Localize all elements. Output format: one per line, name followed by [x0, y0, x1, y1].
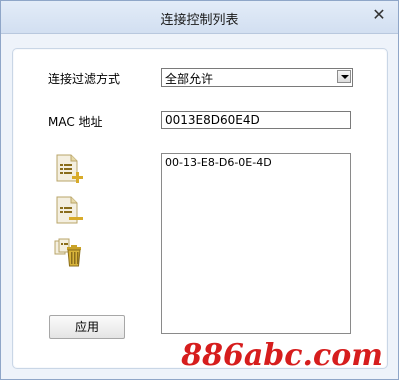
mac-address-input[interactable]	[161, 111, 351, 129]
filter-mode-select[interactable]: 全部允许	[161, 68, 353, 87]
close-icon[interactable]: ✕	[370, 6, 388, 24]
edit-mac-button[interactable]	[53, 195, 85, 227]
list-item[interactable]: 00-13-E8-D6-0E-4D	[165, 156, 347, 170]
apply-button[interactable]: 应用	[49, 315, 125, 339]
trash-icon	[54, 238, 81, 267]
add-document-icon	[56, 154, 83, 183]
dialog-window: 连接控制列表 ✕ 连接过滤方式 全部允许 MAC 地址 0013E8D60E4D…	[0, 0, 399, 380]
filter-mode-label: 连接过滤方式	[48, 72, 121, 86]
add-mac-button[interactable]	[53, 153, 85, 185]
edit-document-icon	[56, 196, 83, 224]
window-title: 连接控制列表	[160, 13, 239, 28]
delete-mac-button[interactable]	[53, 237, 85, 269]
filter-mode-value: 全部允许	[165, 72, 214, 86]
mac-address-label: MAC 地址	[48, 115, 103, 129]
content-panel: 连接过滤方式 全部允许 MAC 地址 0013E8D60E4D 00-13-E8…	[12, 48, 388, 369]
mac-list[interactable]: 00-13-E8-D6-0E-4D	[161, 153, 351, 334]
chevron-down-icon[interactable]	[337, 70, 351, 83]
watermark-logo: 886abc.com	[181, 338, 383, 373]
title-bar: 连接控制列表 ✕	[1, 1, 398, 34]
